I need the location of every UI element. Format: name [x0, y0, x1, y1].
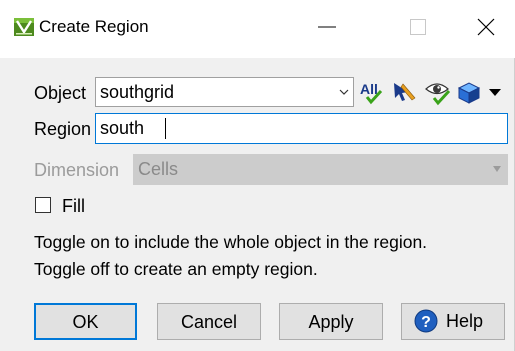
- all-objects-label: All: [360, 81, 378, 97]
- region-input-value: south: [100, 118, 145, 138]
- cancel-button[interactable]: Cancel: [157, 303, 261, 340]
- text-caret: [165, 118, 166, 139]
- chevron-down-icon: [339, 89, 349, 95]
- help-text-line-2: Toggle off to create an empty region.: [34, 259, 318, 279]
- fill-checkbox[interactable]: [35, 197, 51, 213]
- pick-object-icon[interactable]: [390, 78, 418, 106]
- help-icon: ?: [414, 309, 438, 333]
- app-icon: [14, 18, 34, 36]
- dimension-select[interactable]: Cells: [133, 154, 508, 185]
- object-select-value: southgrid: [100, 82, 175, 102]
- svg-text:?: ?: [421, 314, 431, 331]
- region-input[interactable]: south: [95, 113, 508, 144]
- fill-label[interactable]: Fill: [62, 195, 85, 217]
- minimize-button[interactable]: [314, 10, 354, 44]
- object-label: Object: [34, 83, 87, 103]
- help-text-line-1: Toggle on to include the whole object in…: [34, 232, 428, 252]
- apply-button[interactable]: Apply: [279, 303, 383, 340]
- all-objects-button[interactable]: All: [358, 78, 386, 106]
- help-button[interactable]: ? Help: [401, 303, 505, 340]
- dimension-label: Dimension: [34, 160, 120, 180]
- visible-objects-icon[interactable]: [424, 78, 452, 106]
- object-select[interactable]: southgrid: [95, 77, 354, 107]
- 3d-cube-icon[interactable]: [456, 78, 482, 106]
- dropdown-arrow-icon[interactable]: [484, 78, 506, 106]
- title-bar: Create Region: [0, 0, 515, 58]
- window-title: Create Region: [39, 17, 149, 36]
- chevron-down-icon: [493, 166, 501, 172]
- region-label: Region: [34, 119, 92, 139]
- ok-button[interactable]: OK: [34, 303, 137, 340]
- help-button-label: Help: [446, 311, 484, 331]
- dimension-select-value: Cells: [138, 159, 179, 179]
- close-button[interactable]: [466, 10, 506, 44]
- maximize-button[interactable]: [404, 10, 444, 44]
